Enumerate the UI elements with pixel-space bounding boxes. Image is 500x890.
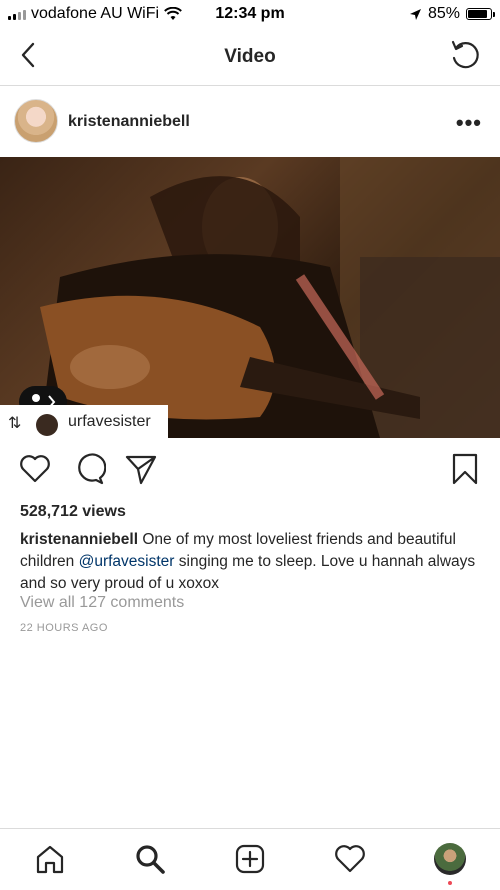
view-count: 528,712 views [20,503,126,520]
status-right: 85% [409,5,495,23]
battery-percent: 85% [427,5,460,22]
post-username[interactable]: kristenanniebell [68,113,190,131]
repost-icon: ⇅ [8,415,22,432]
comment-icon[interactable] [72,452,106,486]
view-all-comments-link[interactable]: View all 127 comments [20,594,184,612]
activity-heart-icon[interactable] [334,843,366,875]
avatar[interactable] [14,99,58,143]
profile-tab-avatar[interactable] [434,843,466,875]
reload-icon[interactable] [448,38,482,72]
battery-icon [466,8,495,20]
nav-bar: Video [0,28,500,86]
tagged-username: urfavesister [68,413,151,430]
more-options-icon[interactable]: ••• [456,110,482,136]
notification-dot [448,881,452,885]
video-frame-image [40,157,500,438]
home-icon[interactable] [34,843,66,875]
location-arrow-icon [409,8,421,20]
share-icon[interactable] [124,452,158,486]
post-actions [0,452,500,492]
video-player[interactable] [0,157,500,438]
post-header: kristenanniebell ••• [0,86,500,156]
caption-mention[interactable]: @urfavesister [79,553,175,570]
add-post-icon[interactable] [234,843,266,875]
repost-credit[interactable]: ⇅ urfavesister [0,405,168,438]
caption-username[interactable]: kristenanniebell [20,531,138,548]
post-timestamp: 22 HOURS AGO [20,622,108,634]
tab-bar [0,828,500,890]
heart-icon[interactable] [18,452,52,486]
tagged-avatar [36,414,58,436]
search-icon[interactable] [134,843,166,875]
post-caption: kristenanniebell One of my most lovelies… [20,529,485,595]
page-title: Video [224,46,276,67]
bookmark-icon[interactable] [448,452,482,486]
status-bar: vodafone AU WiFi 12:34 pm 85% [0,0,500,28]
